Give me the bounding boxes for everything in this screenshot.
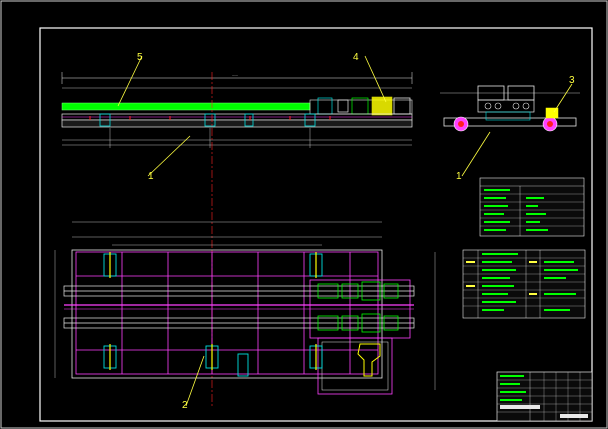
spec-table-large — [462, 249, 586, 319]
plan-view — [54, 221, 436, 395]
svg-text:——: —— — [232, 73, 238, 77]
base-rail — [61, 119, 413, 128]
spec-table-small — [479, 177, 585, 237]
main-beam — [61, 102, 311, 111]
callout-5-beam: 5 — [137, 52, 143, 63]
callout-1-side: 1 — [456, 171, 462, 182]
title-block — [496, 371, 593, 422]
cad-drawing-canvas: —— 1 2 3 4 5 1 — [0, 0, 608, 429]
side-view — [440, 85, 580, 132]
callout-4-motor: 4 — [353, 52, 359, 63]
callout-3-side: 3 — [569, 75, 575, 86]
motor-block — [371, 96, 393, 116]
callout-2-plan: 2 — [182, 400, 188, 411]
callout-1-elevation: 1 — [148, 171, 154, 182]
elevation-view: —— — [61, 72, 413, 148]
